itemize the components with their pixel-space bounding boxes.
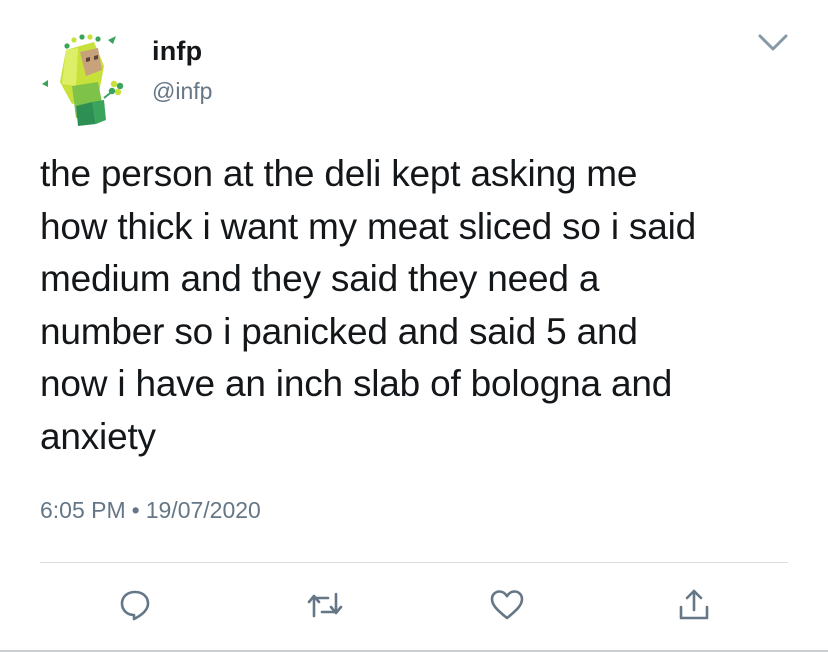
action-bar — [0, 580, 828, 630]
reply-icon — [120, 590, 150, 621]
tweet-date: 19/07/2020 — [145, 497, 261, 523]
share-button[interactable] — [669, 580, 719, 630]
retweet-icon — [307, 592, 343, 618]
tweet-card: infp @infp the person at the deli kept a… — [0, 0, 828, 652]
tweet-timestamp[interactable]: 6:05 PM • 19/07/2020 — [40, 497, 261, 524]
divider — [40, 562, 788, 563]
chevron-down-icon[interactable] — [756, 30, 790, 54]
heart-icon — [490, 590, 524, 620]
infp-character-avatar-icon — [42, 34, 124, 126]
avatar[interactable] — [32, 26, 136, 130]
share-icon — [679, 589, 709, 620]
user-name[interactable]: infp — [152, 36, 202, 67]
user-handle[interactable]: @infp — [152, 78, 212, 105]
tweet-text: the person at the deli kept asking me ho… — [40, 153, 696, 457]
retweet-button[interactable] — [300, 580, 350, 630]
tweet-time: 6:05 PM — [40, 497, 126, 523]
like-button[interactable] — [482, 580, 532, 630]
meta-separator: • — [131, 497, 140, 523]
reply-button[interactable] — [110, 580, 160, 630]
